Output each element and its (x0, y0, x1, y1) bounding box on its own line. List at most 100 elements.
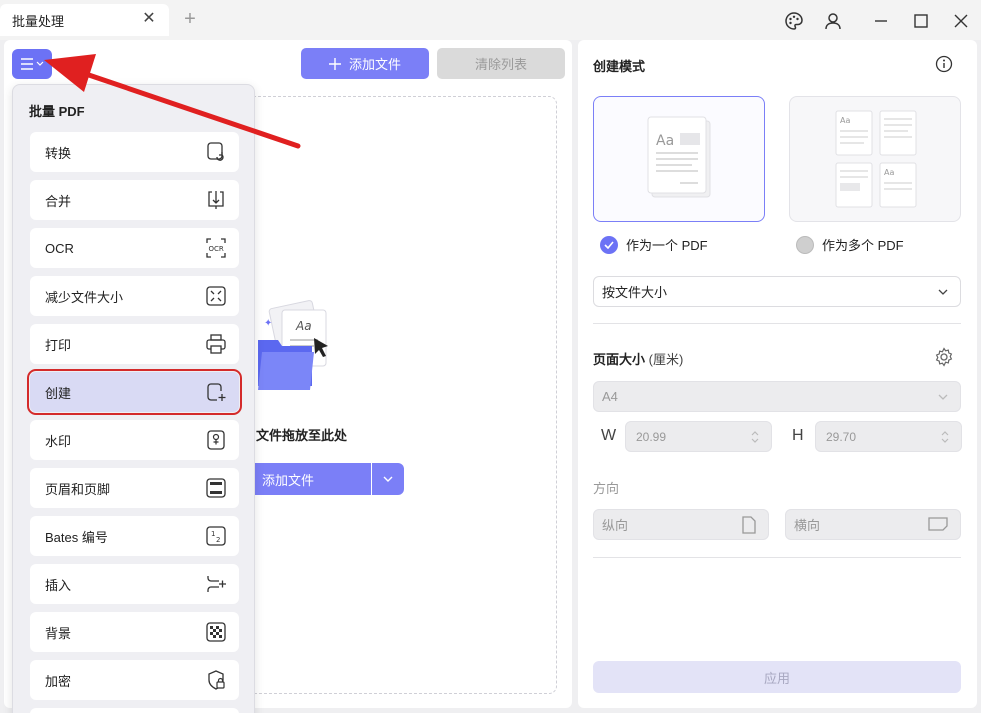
plus-icon[interactable]: + (181, 9, 199, 29)
compress-icon (206, 286, 226, 306)
folder-illustration-icon: Aa ✦ (258, 300, 328, 390)
add-files-button[interactable]: 添加文件 (301, 48, 429, 79)
chevron-down-icon (383, 476, 393, 482)
dropzone-add-files-button[interactable]: 添加文件 (244, 463, 371, 495)
background-icon (206, 622, 226, 642)
plus-icon (328, 57, 341, 70)
minimize-icon[interactable] (870, 10, 892, 32)
tab-title: 批量处理 (12, 13, 65, 29)
page-size-text: 页面大小 (593, 352, 646, 367)
radio-multiple-pdf[interactable]: 作为多个 PDF (796, 235, 904, 254)
maximize-icon[interactable] (910, 10, 932, 32)
orientation-label: 方向 (593, 481, 620, 496)
radio-off-icon (796, 235, 814, 254)
mode-single-card[interactable]: Aa (593, 96, 765, 222)
menu-item-print[interactable]: 打印 (30, 324, 239, 364)
gear-icon[interactable] (934, 347, 954, 367)
checkmark-icon (600, 235, 618, 254)
stepper-icon[interactable] (751, 430, 759, 444)
add-files-dropdown-button[interactable] (372, 463, 404, 495)
printer-icon (206, 334, 226, 354)
landscape-label: 横向 (794, 518, 821, 533)
page-size-unit: (厘米) (648, 352, 684, 367)
menu-item-label: 合并 (45, 193, 72, 209)
divider (593, 323, 961, 324)
menu-item-merge[interactable]: 合并 (30, 180, 239, 220)
apply-button[interactable]: 应用 (593, 661, 961, 693)
single-pdf-icon: Aa (647, 116, 711, 198)
clear-list-button[interactable]: 清除列表 (437, 48, 565, 79)
svg-text:✦: ✦ (264, 318, 272, 329)
radio-multiple-label: 作为多个 PDF (822, 238, 904, 253)
add-files-label: 添加文件 (348, 57, 401, 72)
paper-size-select[interactable]: A4 (593, 381, 961, 412)
close-icon[interactable]: ✕ (141, 11, 157, 27)
svg-text:Aa: Aa (840, 116, 850, 125)
menu-item-header-footer[interactable]: 页眉和页脚 (30, 468, 239, 508)
menu-item-label: 减少文件大小 (45, 289, 124, 305)
portrait-button[interactable]: 纵向 (593, 509, 769, 540)
close-window-icon[interactable] (950, 10, 972, 32)
menu-item-bates[interactable]: Bates 编号 12 (30, 516, 239, 556)
chevron-down-icon (938, 394, 948, 400)
menu-item-label: OCR (45, 240, 74, 256)
divider (593, 557, 961, 558)
radio-single-label: 作为一个 PDF (626, 238, 708, 253)
menu-item-create[interactable]: 创建 (27, 369, 242, 415)
landscape-button[interactable]: 横向 (785, 509, 961, 540)
page-title: 创建 (60, 58, 88, 74)
menu-item-label: 转换 (45, 145, 72, 161)
svg-text:Aa: Aa (884, 168, 894, 177)
header-footer-icon (206, 478, 226, 498)
menu-item-label: 背景 (45, 625, 72, 641)
menu-item-encrypt[interactable]: 加密 (30, 660, 239, 700)
create-mode-title: 创建模式 (593, 59, 646, 74)
width-input[interactable]: 20.99 (625, 421, 772, 452)
portrait-page-icon (742, 516, 756, 534)
menu-item-label: 打印 (45, 337, 72, 353)
drop-hint: 文件拖放至此处 (256, 428, 348, 443)
height-input[interactable]: 29.70 (815, 421, 962, 452)
watermark-icon (207, 430, 225, 450)
menu-item-more[interactable] (30, 708, 239, 713)
menu-item-background[interactable]: 背景 (30, 612, 239, 652)
portrait-label: 纵向 (602, 518, 629, 533)
convert-icon (207, 142, 224, 161)
insert-icon (207, 576, 226, 592)
user-icon[interactable] (822, 10, 844, 32)
menu-item-label: Bates 编号 (45, 529, 108, 545)
svg-text:Aa: Aa (295, 319, 312, 333)
ocr-icon: OCR (206, 238, 226, 258)
height-value: 29.70 (826, 429, 857, 444)
page-size-label: 页面大小 (厘米) (593, 349, 683, 368)
menu-item-insert[interactable]: 插入 (30, 564, 239, 604)
info-icon[interactable] (935, 55, 953, 73)
svg-text:OCR: OCR (209, 245, 224, 253)
size-mode-value: 按文件大小 (602, 285, 668, 300)
menu-item-ocr[interactable]: OCR OCR (30, 228, 239, 268)
menu-item-label: 创建 (45, 385, 72, 401)
tool-menu-button[interactable] (12, 49, 52, 79)
menu-item-label: 插入 (45, 577, 72, 593)
menu-item-label: 页眉和页脚 (45, 481, 111, 497)
multiple-pdf-icon: Aa Aa (835, 110, 917, 208)
size-mode-select[interactable]: 按文件大小 (593, 276, 961, 307)
menu-item-convert[interactable]: 转换 (30, 132, 239, 172)
svg-text:Aa: Aa (656, 133, 674, 149)
width-letter: W (601, 427, 617, 444)
bates-icon: 12 (206, 526, 226, 546)
merge-icon (208, 191, 224, 209)
svg-text:1: 1 (211, 530, 215, 538)
menu-item-compress[interactable]: 减少文件大小 (30, 276, 239, 316)
hamburger-icon (21, 58, 33, 70)
menu-title: 批量 PDF (29, 104, 85, 119)
paper-size-value: A4 (602, 389, 618, 404)
radio-single-pdf[interactable]: 作为一个 PDF (600, 235, 708, 254)
mode-multiple-card[interactable]: Aa Aa (789, 96, 961, 222)
menu-item-label: 加密 (45, 673, 72, 689)
tab-batch[interactable]: 批量处理 ✕ (0, 4, 169, 36)
menu-item-watermark[interactable]: 水印 (30, 420, 239, 460)
chevron-down-icon (938, 289, 948, 295)
palette-icon[interactable] (783, 10, 805, 32)
stepper-icon[interactable] (941, 430, 949, 444)
